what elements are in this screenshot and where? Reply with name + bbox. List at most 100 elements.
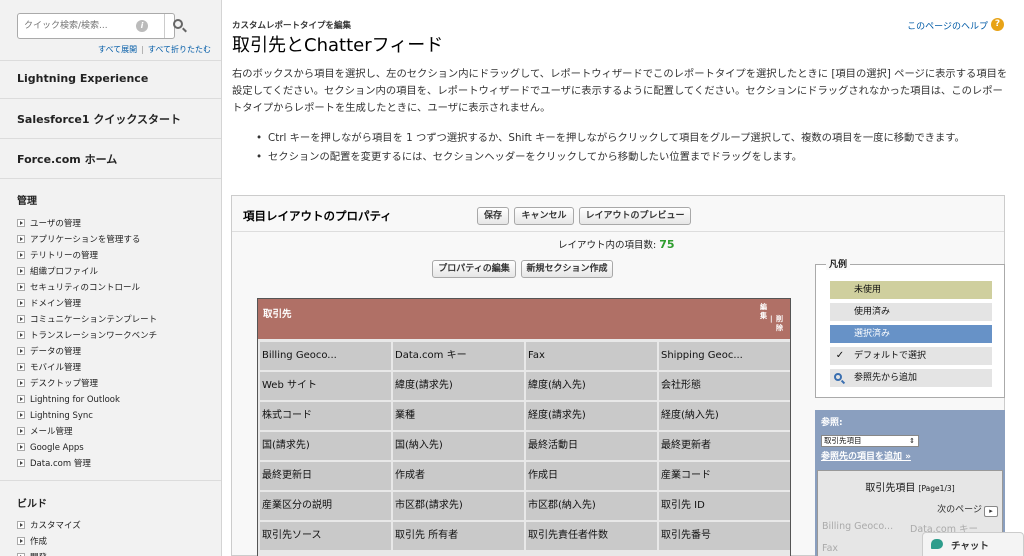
new-section-button[interactable]: 新規セクション作成: [521, 260, 613, 278]
search-button[interactable]: [164, 14, 192, 38]
sidebar-item[interactable]: データの管理: [17, 345, 157, 361]
section-field-cell[interactable]: Data.com キー: [393, 342, 524, 370]
save-button[interactable]: 保存: [477, 207, 509, 225]
reference-select[interactable]: 取引先項目 ⇕: [821, 435, 919, 447]
section-field-cell[interactable]: 緯度(請求先): [393, 372, 524, 400]
sidebar-item[interactable]: Lightning Sync: [17, 409, 157, 425]
sidebar-item[interactable]: カスタマイズ: [17, 519, 81, 535]
collapse-all-link[interactable]: すべて折りたたむ: [148, 45, 211, 54]
sidebar-item[interactable]: Lightning for Outlook: [17, 393, 157, 409]
section-field-cell[interactable]: 産業コード: [659, 462, 790, 490]
sidebar-item-label[interactable]: デスクトップ管理: [30, 379, 98, 389]
expand-icon[interactable]: [17, 235, 25, 243]
sidebar-item-label[interactable]: Google Apps: [30, 443, 84, 453]
preview-layout-button[interactable]: レイアウトのプレビュー: [579, 207, 691, 225]
sidebar-item-label[interactable]: トランスレーションワークベンチ: [30, 331, 157, 341]
help-link[interactable]: このページのヘルプ: [907, 19, 988, 32]
reference-field-item[interactable]: Billing Geoco...: [822, 521, 893, 532]
section-field-cell[interactable]: 取引先ソース: [260, 522, 391, 550]
section-field-cell[interactable]: 最終更新日: [260, 462, 391, 490]
sidebar-item[interactable]: 作成: [17, 535, 81, 551]
expand-icon[interactable]: [17, 299, 25, 307]
section-field-cell[interactable]: Web サイト: [260, 372, 391, 400]
help-icon[interactable]: ?: [991, 18, 1004, 31]
expand-icon[interactable]: [17, 411, 25, 419]
expand-icon[interactable]: [17, 363, 25, 371]
expand-icon[interactable]: [17, 347, 25, 355]
section-field-cell[interactable]: 取引先 ID: [659, 492, 790, 520]
reference-field-item[interactable]: Fax: [822, 543, 838, 554]
sidebar-section-force-home[interactable]: Force.com ホーム: [0, 138, 221, 178]
section-field-cell[interactable]: 株式コード: [260, 402, 391, 430]
sidebar-section-salesforce1[interactable]: Salesforce1 クイックスタート: [0, 98, 221, 138]
expand-icon[interactable]: [17, 521, 25, 529]
expand-icon[interactable]: [17, 315, 25, 323]
section-field-cell[interactable]: 取引先責任者件数: [526, 522, 657, 550]
sidebar-item-label[interactable]: テリトリーの管理: [30, 251, 98, 261]
next-page-icon[interactable]: ▸: [984, 506, 998, 517]
section-field-cell[interactable]: 作成日: [526, 462, 657, 490]
section-edit-link[interactable]: 編集: [760, 303, 768, 321]
section-field-cell[interactable]: 最終更新者: [659, 432, 790, 460]
section-field-cell[interactable]: 会社形態: [659, 372, 790, 400]
section-field-cell[interactable]: 業種: [393, 402, 524, 430]
expand-icon[interactable]: [17, 267, 25, 275]
expand-icon[interactable]: [17, 331, 25, 339]
sidebar-item-label[interactable]: セキュリティのコントロール: [30, 283, 140, 293]
expand-icon[interactable]: [17, 219, 25, 227]
cancel-button[interactable]: キャンセル: [514, 207, 574, 225]
sidebar-item-label[interactable]: メール管理: [30, 427, 73, 437]
sidebar-item[interactable]: 開発: [17, 551, 81, 556]
expand-icon[interactable]: [17, 251, 25, 259]
sidebar-item[interactable]: デスクトップ管理: [17, 377, 157, 393]
section-field-cell[interactable]: 市区郡(納入先): [526, 492, 657, 520]
edit-properties-button[interactable]: プロパティの編集: [432, 260, 516, 278]
sidebar-link-lightning-experience[interactable]: Lightning Experience: [17, 72, 148, 85]
sidebar-item-label[interactable]: ドメイン管理: [30, 299, 81, 309]
add-reference-fields-link[interactable]: 参照先の項目を追加 »: [821, 449, 911, 462]
sidebar-item-label[interactable]: 組織プロファイル: [30, 267, 98, 277]
section-field-cell[interactable]: 国(請求先): [260, 432, 391, 460]
expand-icon[interactable]: [17, 537, 25, 545]
next-page-label[interactable]: 次のページ: [937, 505, 982, 515]
section-field-cell[interactable]: 作成者: [393, 462, 524, 490]
sidebar-item[interactable]: ドメイン管理: [17, 297, 157, 313]
sidebar-item-label[interactable]: データの管理: [30, 347, 81, 357]
section-field-cell[interactable]: 産業区分の説明: [260, 492, 391, 520]
sidebar-section-lightning[interactable]: Lightning Experience: [0, 60, 221, 98]
sidebar-item[interactable]: コミュニケーションテンプレート: [17, 313, 157, 329]
sidebar-item[interactable]: 組織プロファイル: [17, 265, 157, 281]
sidebar-item-label[interactable]: カスタマイズ: [30, 521, 81, 531]
section-field-cell[interactable]: 国(納入先): [393, 432, 524, 460]
section-field-cell[interactable]: 緯度(納入先): [526, 372, 657, 400]
sidebar-link-salesforce1[interactable]: Salesforce1 クイックスタート: [17, 111, 181, 127]
sidebar-link-force-home[interactable]: Force.com ホーム: [17, 151, 117, 167]
info-icon[interactable]: i: [136, 20, 148, 32]
chat-label[interactable]: チャット: [951, 538, 989, 552]
expand-all-link[interactable]: すべて展開: [98, 45, 137, 54]
sidebar-item-label[interactable]: Data.com 管理: [30, 459, 91, 469]
sidebar-item[interactable]: セキュリティのコントロール: [17, 281, 157, 297]
section-header[interactable]: 取引先 編集 | 削除: [258, 299, 790, 339]
sidebar-item-label[interactable]: ユーザの管理: [30, 219, 81, 229]
section-field-cell[interactable]: Billing Geoco...: [260, 342, 391, 370]
sidebar-item[interactable]: モバイル管理: [17, 361, 157, 377]
expand-icon[interactable]: [17, 395, 25, 403]
sidebar-item[interactable]: メール管理: [17, 425, 157, 441]
sidebar-item[interactable]: Google Apps: [17, 441, 157, 457]
next-page-control[interactable]: 次のページ ▸: [937, 502, 998, 517]
section-field-cell[interactable]: 最終活動日: [526, 432, 657, 460]
sidebar-item[interactable]: ユーザの管理: [17, 217, 157, 233]
quick-search-input[interactable]: [18, 14, 148, 38]
expand-icon[interactable]: [17, 379, 25, 387]
sidebar-item[interactable]: アプリケーションを管理する: [17, 233, 157, 249]
expand-icon[interactable]: [17, 427, 25, 435]
section-field-cell[interactable]: 取引先 所有者: [393, 522, 524, 550]
expand-icon[interactable]: [17, 459, 25, 467]
sidebar-item-label[interactable]: モバイル管理: [30, 363, 81, 373]
sidebar-item-label[interactable]: コミュニケーションテンプレート: [30, 315, 157, 325]
sidebar-item-label[interactable]: 作成: [30, 537, 47, 547]
chat-widget[interactable]: チャット: [922, 532, 1024, 556]
section-field-cell[interactable]: 市区郡(請求先): [393, 492, 524, 520]
sidebar-item[interactable]: Data.com 管理: [17, 457, 157, 473]
